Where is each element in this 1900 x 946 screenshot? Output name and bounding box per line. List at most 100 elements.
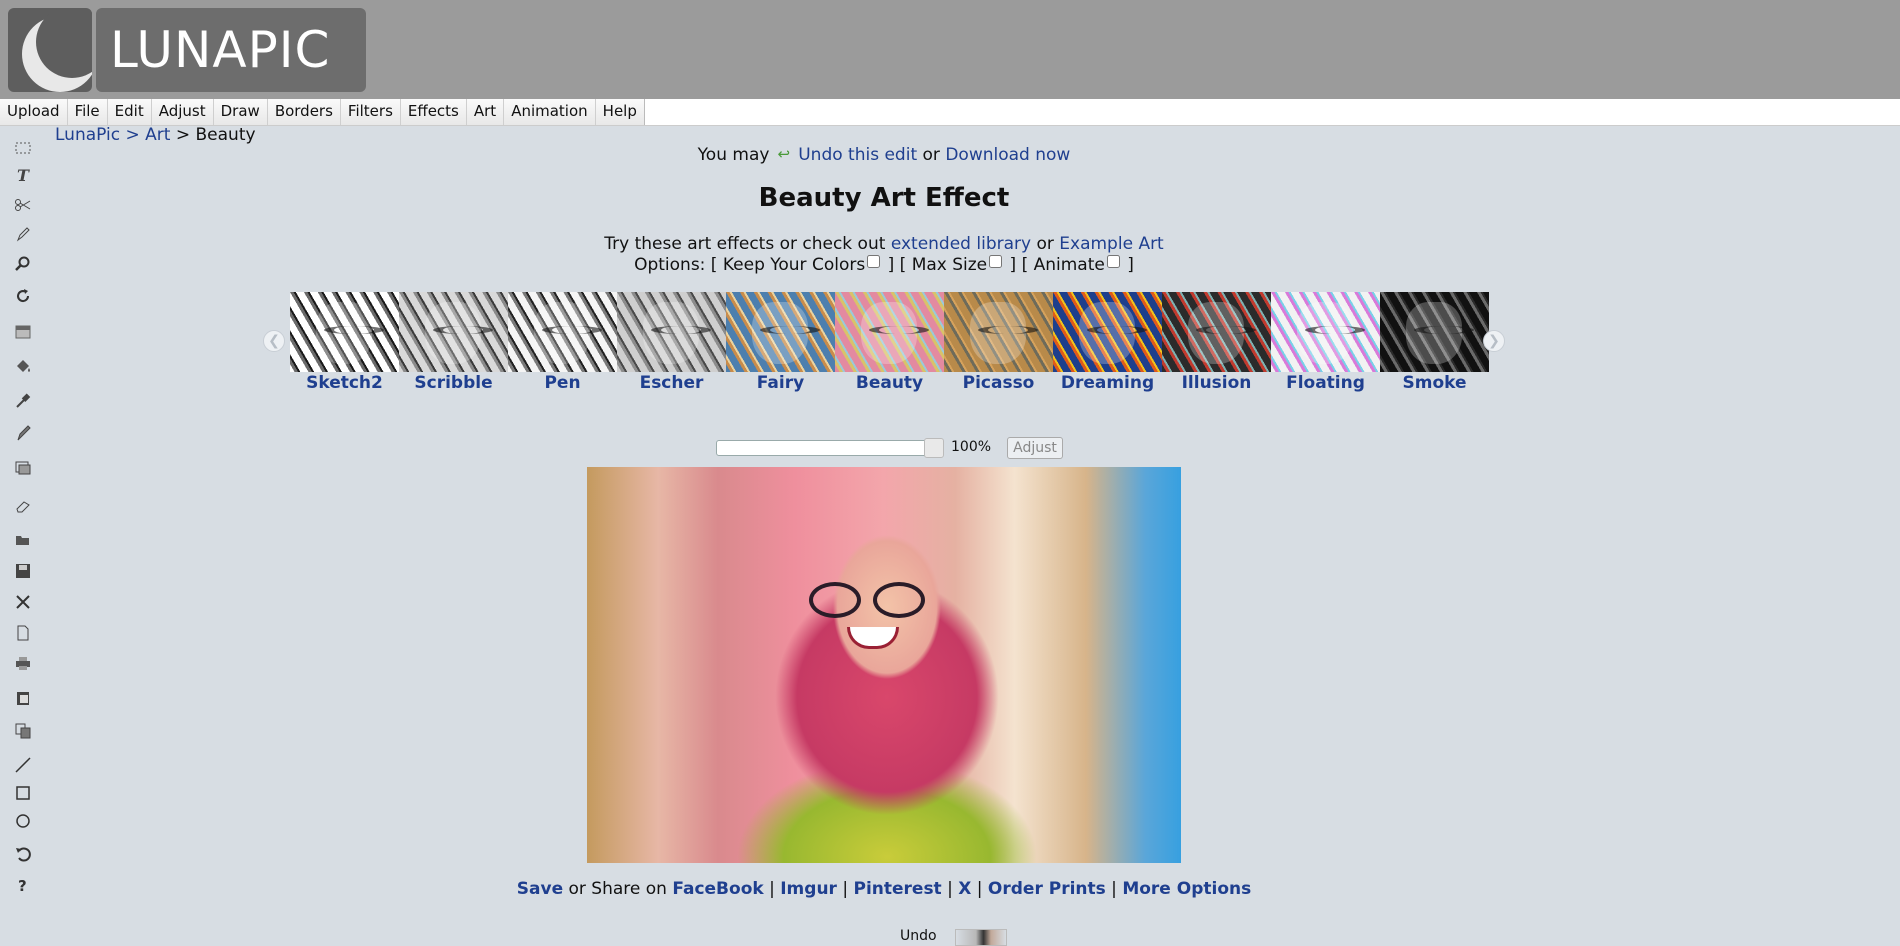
effect-label: Picasso bbox=[962, 373, 1035, 393]
keep-colors-label: Keep Your Colors bbox=[722, 255, 866, 275]
download-now-link[interactable]: Download now bbox=[945, 145, 1070, 165]
menu-art[interactable]: Art bbox=[467, 99, 505, 125]
open-folder-icon[interactable] bbox=[10, 528, 36, 552]
breadcrumb-art[interactable]: Art bbox=[145, 125, 170, 145]
menu-draw[interactable]: Draw bbox=[214, 99, 268, 125]
paste-icon[interactable] bbox=[10, 686, 36, 710]
effect-dreaming[interactable]: Dreaming bbox=[1053, 292, 1162, 393]
menu-effects[interactable]: Effects bbox=[401, 99, 467, 125]
menu-edit[interactable]: Edit bbox=[108, 99, 152, 125]
rectangle-icon[interactable] bbox=[10, 781, 36, 805]
effect-beauty[interactable]: Beauty bbox=[835, 292, 944, 393]
eyedropper-icon[interactable] bbox=[10, 389, 36, 413]
crop-icon[interactable] bbox=[10, 456, 36, 480]
main-menu: Upload File Edit Adjust Draw Borders Fil… bbox=[0, 99, 645, 125]
glasses-shape bbox=[809, 582, 925, 618]
undo-history-label: Undo bbox=[900, 928, 937, 944]
undo-icon[interactable] bbox=[10, 842, 36, 866]
logo-text: LUNAPIC bbox=[96, 8, 366, 92]
eraser-icon[interactable] bbox=[10, 494, 36, 518]
extended-library-link[interactable]: extended library bbox=[891, 234, 1031, 254]
x-link[interactable]: X bbox=[958, 879, 971, 899]
keep-colors-checkbox[interactable] bbox=[867, 255, 881, 268]
effect-scribble[interactable]: Scribble bbox=[399, 292, 508, 393]
new-file-icon[interactable] bbox=[10, 621, 36, 645]
breadcrumb-lunapic[interactable]: LunaPic bbox=[55, 125, 120, 145]
zoom-slider-handle[interactable] bbox=[924, 438, 944, 458]
effect-label: Beauty bbox=[855, 373, 924, 393]
menu-filters[interactable]: Filters bbox=[341, 99, 401, 125]
brush-icon[interactable] bbox=[10, 421, 36, 445]
close-icon[interactable] bbox=[10, 590, 36, 614]
paint-bucket-icon[interactable] bbox=[10, 354, 36, 378]
effect-thumbnail bbox=[508, 292, 617, 372]
zoom-value: 100% bbox=[951, 439, 992, 455]
carousel-prev-icon[interactable]: ❮ bbox=[263, 330, 285, 352]
adjust-button[interactable]: Adjust bbox=[1007, 437, 1063, 459]
options-line: Options: [ Keep Your Colors ] [ Max Size… bbox=[0, 255, 1768, 275]
facebook-link[interactable]: FaceBook bbox=[672, 879, 763, 899]
svg-text:T: T bbox=[17, 166, 30, 184]
circle-icon[interactable] bbox=[10, 809, 36, 833]
breadcrumb-sep: > bbox=[125, 125, 140, 145]
effect-pen[interactable]: Pen bbox=[508, 292, 617, 393]
zoom-slider-track[interactable] bbox=[716, 440, 944, 456]
effect-illusion[interactable]: Illusion bbox=[1162, 292, 1271, 393]
example-art-link[interactable]: Example Art bbox=[1059, 234, 1163, 254]
effect-thumbnail bbox=[1271, 292, 1380, 372]
copy-icon[interactable] bbox=[10, 719, 36, 743]
effect-thumbnail bbox=[1162, 292, 1271, 372]
rotate-icon[interactable] bbox=[10, 284, 36, 308]
options-between-1: ] [ bbox=[887, 255, 907, 275]
breadcrumb-sep-2: > bbox=[175, 125, 191, 145]
save-link[interactable]: Save bbox=[517, 879, 563, 899]
carousel-next-icon[interactable]: ❯ bbox=[1483, 330, 1505, 352]
effect-thumbnail bbox=[1380, 292, 1489, 372]
effect-sketch2[interactable]: Sketch2 bbox=[290, 292, 399, 393]
menu-adjust[interactable]: Adjust bbox=[152, 99, 214, 125]
save-icon[interactable] bbox=[10, 559, 36, 583]
options-label: Options: [ bbox=[634, 255, 718, 275]
effect-floating[interactable]: Floating bbox=[1271, 292, 1380, 393]
effect-label: Escher bbox=[639, 373, 704, 393]
effect-smoke[interactable]: Smoke bbox=[1380, 292, 1489, 393]
share-text: or Share on bbox=[568, 879, 667, 899]
undo-arrow-icon: ↩ bbox=[777, 145, 791, 163]
effect-thumbnail bbox=[399, 292, 508, 372]
page-title: Beauty Art Effect bbox=[758, 183, 1010, 213]
effects-carousel: ❮ Sketch2 Scribble Pen Escher Fairy Beau… bbox=[260, 292, 1505, 396]
effect-escher[interactable]: Escher bbox=[617, 292, 726, 393]
menu-borders[interactable]: Borders bbox=[268, 99, 341, 125]
effect-thumbnail bbox=[290, 292, 399, 372]
effect-label: Smoke bbox=[1402, 373, 1467, 393]
undo-edit-link[interactable]: Undo this edit bbox=[798, 145, 917, 165]
menu-animation[interactable]: Animation bbox=[504, 99, 596, 125]
moon-logo-icon bbox=[8, 8, 92, 92]
effect-thumbnail bbox=[617, 292, 726, 372]
lunapic-logo[interactable]: LUNAPIC bbox=[8, 8, 366, 92]
more-options-link[interactable]: More Options bbox=[1122, 879, 1251, 899]
options-close: ] bbox=[1127, 255, 1134, 275]
menu-bar: Upload File Edit Adjust Draw Borders Fil… bbox=[0, 99, 1900, 126]
gradient-icon[interactable] bbox=[10, 320, 36, 344]
smile-shape bbox=[847, 627, 899, 649]
line-icon[interactable] bbox=[10, 753, 36, 777]
animate-checkbox[interactable] bbox=[1106, 255, 1120, 268]
undo-history-thumbnail[interactable] bbox=[955, 929, 1007, 946]
effect-label: Dreaming bbox=[1060, 373, 1155, 393]
menu-upload[interactable]: Upload bbox=[0, 99, 68, 125]
breadcrumb: LunaPic > Art > Beauty bbox=[55, 125, 256, 145]
edited-image[interactable] bbox=[587, 467, 1181, 863]
menu-file[interactable]: File bbox=[68, 99, 108, 125]
menu-help[interactable]: Help bbox=[596, 99, 644, 125]
order-prints-link[interactable]: Order Prints bbox=[988, 879, 1106, 899]
pinterest-link[interactable]: Pinterest bbox=[853, 879, 941, 899]
header-bar: LUNAPIC bbox=[0, 0, 1900, 99]
max-size-checkbox[interactable] bbox=[989, 255, 1003, 268]
print-icon[interactable] bbox=[10, 651, 36, 675]
intro-or: or bbox=[1036, 234, 1054, 254]
effect-fairy[interactable]: Fairy bbox=[726, 292, 835, 393]
imgur-link[interactable]: Imgur bbox=[780, 879, 837, 899]
effect-picasso[interactable]: Picasso bbox=[944, 292, 1053, 393]
share-row: Save or Share on FaceBook | Imgur | Pint… bbox=[0, 879, 1768, 899]
